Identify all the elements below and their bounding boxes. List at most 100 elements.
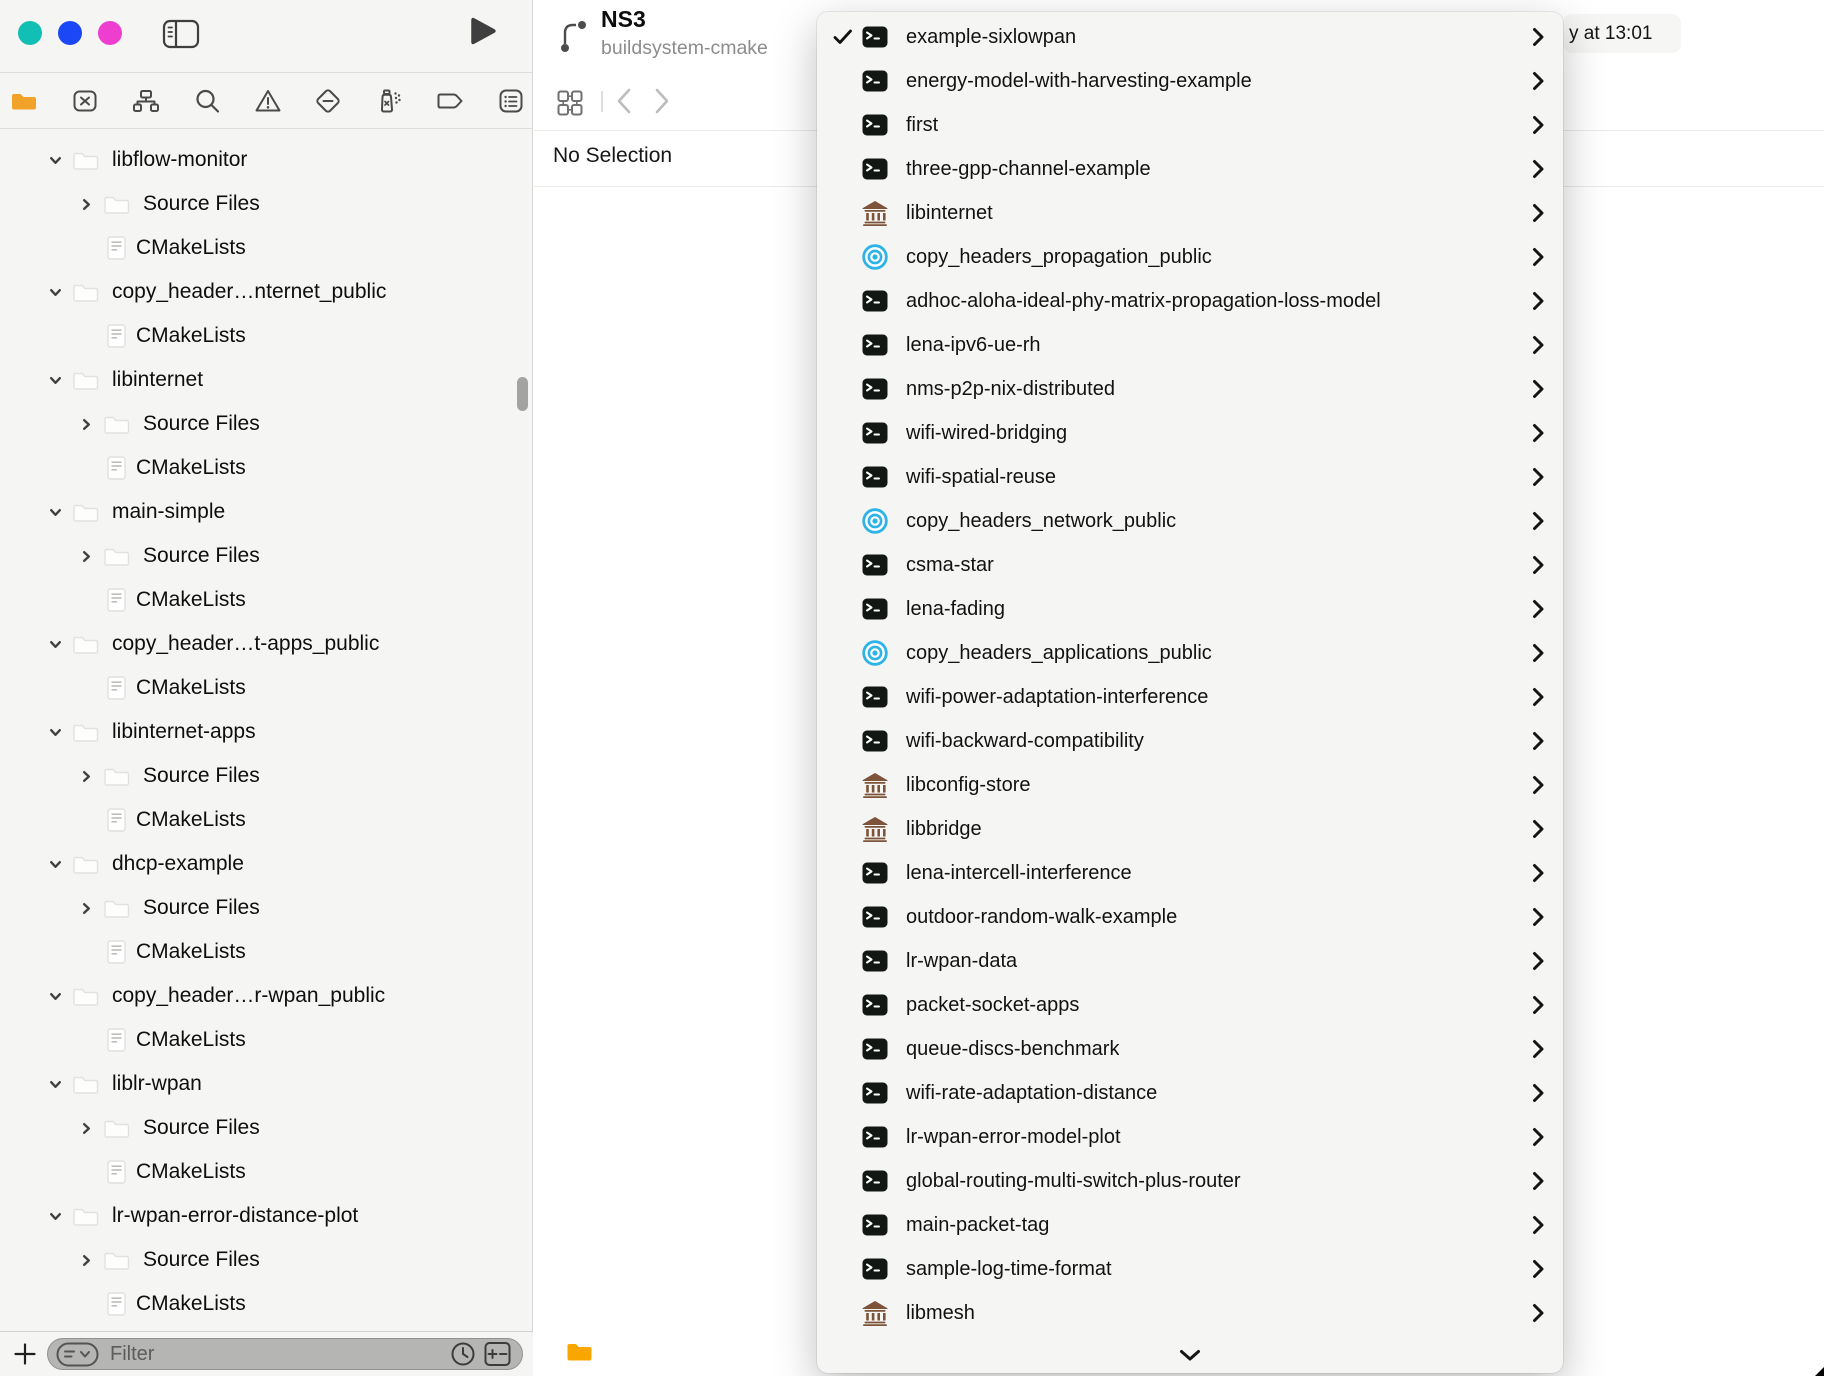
menu-item[interactable]: copy_headers_network_public <box>817 499 1563 543</box>
sidebar-toggle-icon[interactable] <box>162 19 200 49</box>
add-button[interactable] <box>13 1342 37 1366</box>
tree-row[interactable]: copy_header…r-wpan_public <box>0 974 533 1018</box>
search-icon[interactable] <box>193 87 221 115</box>
menu-item[interactable]: wifi-backward-compatibility <box>817 719 1563 763</box>
close-window-button[interactable] <box>18 21 42 45</box>
menu-item[interactable]: copy_headers_applications_public <box>817 631 1563 675</box>
submenu-chevron-icon[interactable] <box>1522 555 1545 575</box>
submenu-chevron-icon[interactable] <box>1522 951 1545 971</box>
menu-item[interactable]: wifi-wired-bridging <box>817 411 1563 455</box>
orange-folder-icon[interactable] <box>566 1341 593 1363</box>
chevron-down-icon[interactable] <box>48 505 63 520</box>
chevron-right-icon[interactable] <box>79 1253 94 1268</box>
related-items-grid-icon[interactable] <box>556 89 584 117</box>
tree-row[interactable]: libinternet <box>0 358 533 402</box>
menu-item[interactable]: sample-log-time-format <box>817 1247 1563 1291</box>
submenu-chevron-icon[interactable] <box>1522 687 1545 707</box>
menu-item[interactable]: three-gpp-channel-example <box>817 147 1563 191</box>
menu-item[interactable]: lr-wpan-error-model-plot <box>817 1115 1563 1159</box>
submenu-chevron-icon[interactable] <box>1522 71 1545 91</box>
xmark-box-icon[interactable] <box>71 87 99 115</box>
menu-item[interactable]: adhoc-aloha-ideal-phy-matrix-propagation… <box>817 279 1563 323</box>
tree-row[interactable]: Source Files <box>0 402 533 446</box>
menu-item[interactable]: example-sixlowpan <box>817 15 1563 59</box>
tree-row[interactable]: CMakeLists <box>0 578 533 622</box>
tree-row[interactable]: lr-wpan-error-distance-plot <box>0 1194 533 1238</box>
menu-item[interactable]: libinternet <box>817 191 1563 235</box>
submenu-chevron-icon[interactable] <box>1522 1303 1545 1323</box>
menu-item[interactable]: lena-fading <box>817 587 1563 631</box>
tree-row[interactable]: copy_header…nternet_public <box>0 270 533 314</box>
clock-icon[interactable] <box>450 1341 476 1367</box>
chevron-down-icon[interactable] <box>48 1077 63 1092</box>
submenu-chevron-icon[interactable] <box>1522 115 1545 135</box>
chevron-right-icon[interactable] <box>79 549 94 564</box>
back-chevron-icon[interactable] <box>616 88 632 114</box>
tree-row[interactable]: CMakeLists <box>0 446 533 490</box>
tree-row[interactable]: CMakeLists <box>0 666 533 710</box>
submenu-chevron-icon[interactable] <box>1522 1127 1545 1147</box>
chevron-down-icon[interactable] <box>48 373 63 388</box>
project-navigator-tab-folder-icon[interactable] <box>10 87 38 115</box>
menu-item[interactable]: packet-socket-apps <box>817 983 1563 1027</box>
chevron-right-icon[interactable] <box>79 417 94 432</box>
tree-row[interactable]: Source Files <box>0 754 533 798</box>
chevron-down-icon[interactable] <box>48 989 63 1004</box>
menu-item[interactable]: wifi-power-adaptation-interference <box>817 675 1563 719</box>
tree-row[interactable]: liblr-wpan <box>0 1062 533 1106</box>
chevron-down-icon[interactable] <box>48 725 63 740</box>
menu-item[interactable]: first <box>817 103 1563 147</box>
tree-row[interactable]: CMakeLists <box>0 226 533 270</box>
tree-row[interactable]: CMakeLists <box>0 314 533 358</box>
hierarchy-icon[interactable] <box>132 87 160 115</box>
tree-row[interactable]: CMakeLists <box>0 930 533 974</box>
menu-item[interactable]: main-packet-tag <box>817 1203 1563 1247</box>
chevron-down-icon[interactable] <box>48 153 63 168</box>
submenu-chevron-icon[interactable] <box>1522 203 1545 223</box>
menu-item[interactable]: libbridge <box>817 807 1563 851</box>
chevron-right-icon[interactable] <box>79 901 94 916</box>
submenu-chevron-icon[interactable] <box>1522 1215 1545 1235</box>
submenu-chevron-icon[interactable] <box>1522 335 1545 355</box>
tree-row[interactable]: Source Files <box>0 182 533 226</box>
tree-row[interactable]: CMakeLists <box>0 1150 533 1194</box>
tree-row[interactable]: Source Files <box>0 534 533 578</box>
submenu-chevron-icon[interactable] <box>1522 159 1545 179</box>
menu-item[interactable]: global-routing-multi-switch-plus-router <box>817 1159 1563 1203</box>
minimize-window-button[interactable] <box>58 21 82 45</box>
menu-item[interactable]: wifi-spatial-reuse <box>817 455 1563 499</box>
menu-item[interactable]: energy-model-with-harvesting-example <box>817 59 1563 103</box>
sidebar-scrollbar[interactable] <box>517 377 528 411</box>
menu-item[interactable]: copy_headers_propagation_public <box>817 235 1563 279</box>
submenu-chevron-icon[interactable] <box>1522 863 1545 883</box>
menu-item[interactable]: lr-wpan-data <box>817 939 1563 983</box>
tree-row[interactable]: CMakeLists <box>0 1018 533 1062</box>
submenu-chevron-icon[interactable] <box>1522 1171 1545 1191</box>
menu-item[interactable]: libmesh <box>817 1291 1563 1335</box>
scheme-name[interactable]: NS3 <box>601 6 646 33</box>
menu-item[interactable]: csma-star <box>817 543 1563 587</box>
menu-item[interactable]: wifi-rate-adaptation-distance <box>817 1071 1563 1115</box>
list-icon[interactable] <box>497 87 525 115</box>
submenu-chevron-icon[interactable] <box>1522 731 1545 751</box>
submenu-chevron-icon[interactable] <box>1522 1083 1545 1103</box>
tree-row[interactable]: CMakeLists <box>0 798 533 842</box>
submenu-chevron-icon[interactable] <box>1522 467 1545 487</box>
submenu-chevron-icon[interactable] <box>1522 643 1545 663</box>
filter-field[interactable] <box>47 1338 523 1370</box>
chevron-right-icon[interactable] <box>79 197 94 212</box>
tree-row[interactable]: Source Files <box>0 1106 533 1150</box>
submenu-chevron-icon[interactable] <box>1522 247 1545 267</box>
run-button[interactable] <box>468 16 498 48</box>
chevron-right-icon[interactable] <box>79 1121 94 1136</box>
submenu-chevron-icon[interactable] <box>1522 1259 1545 1279</box>
chevron-down-icon[interactable] <box>48 1209 63 1224</box>
filter-pill-icon[interactable] <box>56 1342 99 1367</box>
submenu-chevron-icon[interactable] <box>1522 423 1545 443</box>
tree-row[interactable]: libinternet-apps <box>0 710 533 754</box>
forward-chevron-icon[interactable] <box>654 88 670 114</box>
submenu-chevron-icon[interactable] <box>1522 775 1545 795</box>
scheme-subtitle[interactable]: buildsystem-cmake <box>601 37 768 60</box>
menu-item[interactable]: queue-discs-benchmark <box>817 1027 1563 1071</box>
submenu-chevron-icon[interactable] <box>1522 599 1545 619</box>
